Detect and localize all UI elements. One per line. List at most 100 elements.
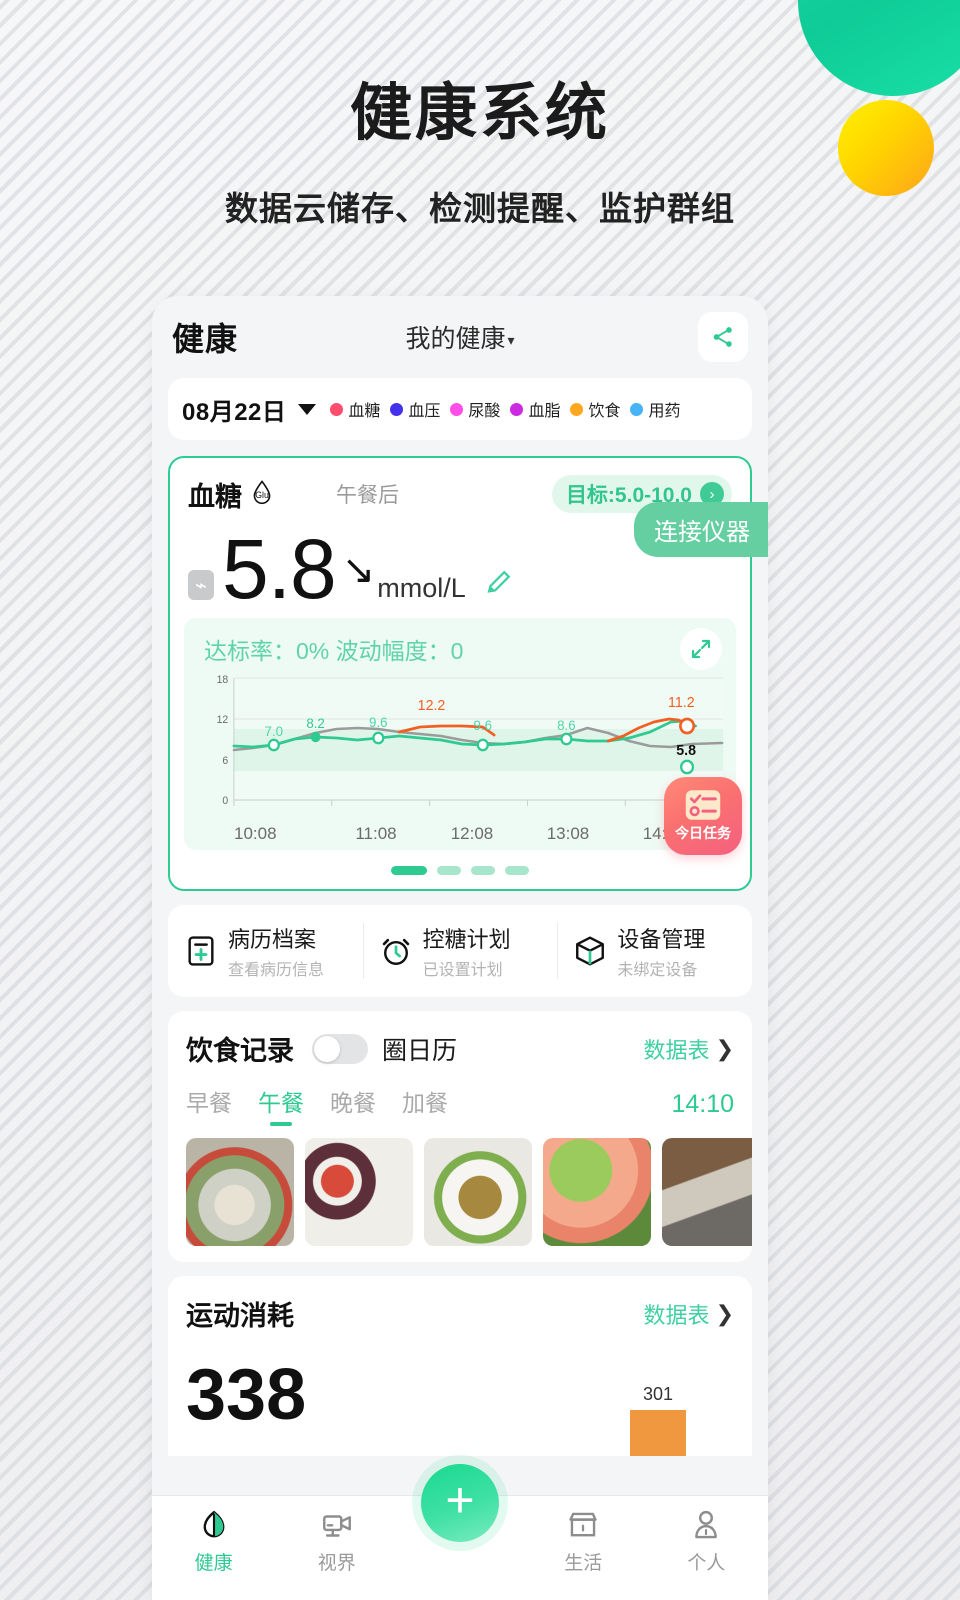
connect-device-button[interactable]: 连接仪器: [634, 502, 768, 557]
pager-dot-3[interactable]: [471, 866, 495, 875]
meal-tab-breakfast[interactable]: 早餐: [186, 1084, 232, 1124]
x-tick-label: 12:08: [450, 824, 494, 843]
x-tick-label: 11:08: [355, 824, 397, 843]
legend-dot-icon: [330, 402, 344, 416]
food-photo-row[interactable]: [168, 1124, 752, 1246]
trend-down-arrow-icon: ↘: [341, 548, 376, 592]
diet-card-title: 饮食记录: [186, 1036, 294, 1066]
nav-label: 健康: [194, 1553, 233, 1574]
svg-text:6: 6: [222, 755, 228, 767]
share-icon: [713, 327, 732, 347]
pager-dot-4[interactable]: [505, 866, 529, 875]
svg-text:12.2: 12.2: [418, 698, 446, 714]
legend-item-uric-acid[interactable]: 尿酸: [450, 397, 500, 421]
shortcut-title: 设备管理: [617, 927, 706, 952]
legend-label: 血压: [408, 403, 441, 420]
nav-label: 生活: [564, 1553, 603, 1574]
food-photo-4[interactable]: [543, 1138, 651, 1246]
legend-item-blood-lipids[interactable]: 血脂: [510, 397, 560, 421]
metric-legend-bar[interactable]: 08月22日 血糖 血压 尿酸 血脂 饮食 用药: [168, 378, 752, 440]
legend-label: 尿酸: [468, 403, 501, 420]
date-dropdown-icon[interactable]: [298, 403, 317, 415]
meal-tab-dinner[interactable]: 晚餐: [330, 1084, 376, 1124]
exercise-datatable-label: 数据表: [643, 1302, 710, 1328]
phone-mockup: 健康 我的健康 ▾ 08月22日 血糖 血压 尿酸 血脂 饮食 用药 血糖 Gl…: [152, 296, 768, 1600]
promo-title: 健康系统: [349, 79, 610, 148]
legend-dot-icon: [450, 402, 464, 416]
shortcut-subtitle: 已设置计划: [422, 962, 503, 979]
card-pager-dots[interactable]: [170, 850, 750, 889]
add-record-button[interactable]: +: [421, 1464, 499, 1542]
share-button[interactable]: [698, 312, 748, 362]
exercise-bar-group: 301: [626, 1384, 690, 1456]
nav-item-life[interactable]: 生活: [522, 1508, 645, 1575]
legend-item-medication[interactable]: 用药: [630, 397, 680, 421]
meal-time: 14:10: [671, 1089, 734, 1118]
promo-subtitle: 数据云储存、检测提醒、监护群组: [225, 190, 735, 227]
glucose-drop-icon: Glu: [248, 478, 276, 511]
svg-text:Glu: Glu: [255, 489, 269, 499]
food-photo-2[interactable]: [305, 1138, 413, 1246]
diet-card-header: 饮食记录 圈日历 数据表 ❯: [168, 1029, 752, 1068]
svg-text:7.0: 7.0: [265, 724, 284, 739]
nav-item-profile[interactable]: 个人: [645, 1508, 768, 1575]
food-photo-1[interactable]: [186, 1138, 294, 1246]
meal-tab-snack[interactable]: 加餐: [402, 1084, 448, 1124]
x-tick-label: 13:08: [546, 824, 590, 843]
blood-glucose-card: 血糖 Glu 午餐后 目标:5.0-10.0 › ⌁ 5.8 ↘ mmol/L: [168, 456, 768, 891]
calendar-toggle[interactable]: [312, 1033, 368, 1064]
pager-dot-2[interactable]: [437, 866, 461, 875]
app-logo: 健康: [172, 321, 239, 357]
plus-icon: +: [445, 1472, 475, 1528]
profile-selector[interactable]: 我的健康 ▾: [152, 319, 768, 355]
medical-record-icon: [188, 936, 214, 966]
exercise-datatable-link[interactable]: 数据表 ❯: [644, 1298, 734, 1330]
diet-datatable-link[interactable]: 数据表 ❯: [644, 1033, 734, 1065]
chevron-down-icon: ▾: [507, 332, 515, 348]
chevron-right-icon: ❯: [715, 1035, 734, 1061]
pager-dot-1[interactable]: [391, 866, 427, 875]
exercise-bar-label: 301: [642, 1384, 674, 1404]
exercise-card-header: 运动消耗 数据表 ❯: [168, 1294, 752, 1333]
person-icon: [695, 1510, 718, 1539]
glucose-chart[interactable]: 18 12 6 0 7.0 8.2 9.6 12.2 9.6 8.6 11.2 …: [194, 672, 726, 822]
legend-dot-icon: [630, 402, 644, 416]
pencil-icon[interactable]: [484, 567, 514, 602]
expand-chart-button[interactable]: [680, 628, 722, 670]
checklist-icon: [685, 790, 721, 820]
legend-dot-icon: [570, 402, 584, 416]
svg-text:12: 12: [217, 714, 229, 726]
quick-shortcuts-row: 病历档案 查看病历信息 控糖计划 已设置计划 设备管理 未绑定设备: [168, 905, 752, 997]
exercise-bar: [630, 1410, 686, 1456]
legend-label: 血糖: [348, 403, 381, 420]
legend-label: 用药: [648, 403, 681, 420]
calendar-toggle-label: 圈日历: [382, 1036, 458, 1065]
svg-text:5.8: 5.8: [676, 743, 696, 759]
glucose-chart-stats: 达标率：0% 波动幅度：0: [204, 638, 464, 664]
nav-item-view[interactable]: 视界: [275, 1508, 398, 1575]
store-icon: [569, 1512, 597, 1537]
today-task-button[interactable]: 今日任务: [664, 777, 742, 855]
meal-tab-lunch[interactable]: 午餐: [258, 1084, 304, 1124]
legend-item-blood-pressure[interactable]: 血压: [390, 397, 440, 421]
food-photo-3[interactable]: [424, 1138, 532, 1246]
meal-state-label: 午餐后: [336, 484, 399, 507]
legend-item-blood-glucose[interactable]: 血糖: [330, 397, 380, 421]
shortcut-subtitle: 未绑定设备: [617, 962, 698, 979]
legend-item-diet[interactable]: 饮食: [570, 397, 620, 421]
shortcut-device-manage[interactable]: 设备管理 未绑定设备: [557, 905, 752, 997]
shortcut-sugar-plan[interactable]: 控糖计划 已设置计划: [362, 905, 558, 997]
box-device-icon: [576, 936, 605, 966]
chart-x-axis-labels: 10:08 11:08 12:08 13:08 14:08: [194, 822, 726, 844]
nav-item-health[interactable]: 健康: [152, 1508, 275, 1575]
video-camera-icon: [322, 1515, 351, 1537]
food-photo-5[interactable]: [662, 1138, 752, 1246]
exercise-burn-card: 运动消耗 数据表 ❯ 338 301: [168, 1276, 752, 1456]
glucose-unit: mmol/L: [377, 573, 466, 603]
legend-label: 饮食: [588, 403, 621, 420]
app-header: 健康 我的健康 ▾: [152, 296, 768, 378]
shortcut-medical-record[interactable]: 病历档案 查看病历信息: [168, 905, 363, 997]
legend-dot-icon: [390, 402, 404, 416]
meal-tabs: 早餐 午餐 晚餐 加餐 14:10: [168, 1068, 752, 1124]
bluetooth-icon: ⌁: [188, 570, 214, 600]
